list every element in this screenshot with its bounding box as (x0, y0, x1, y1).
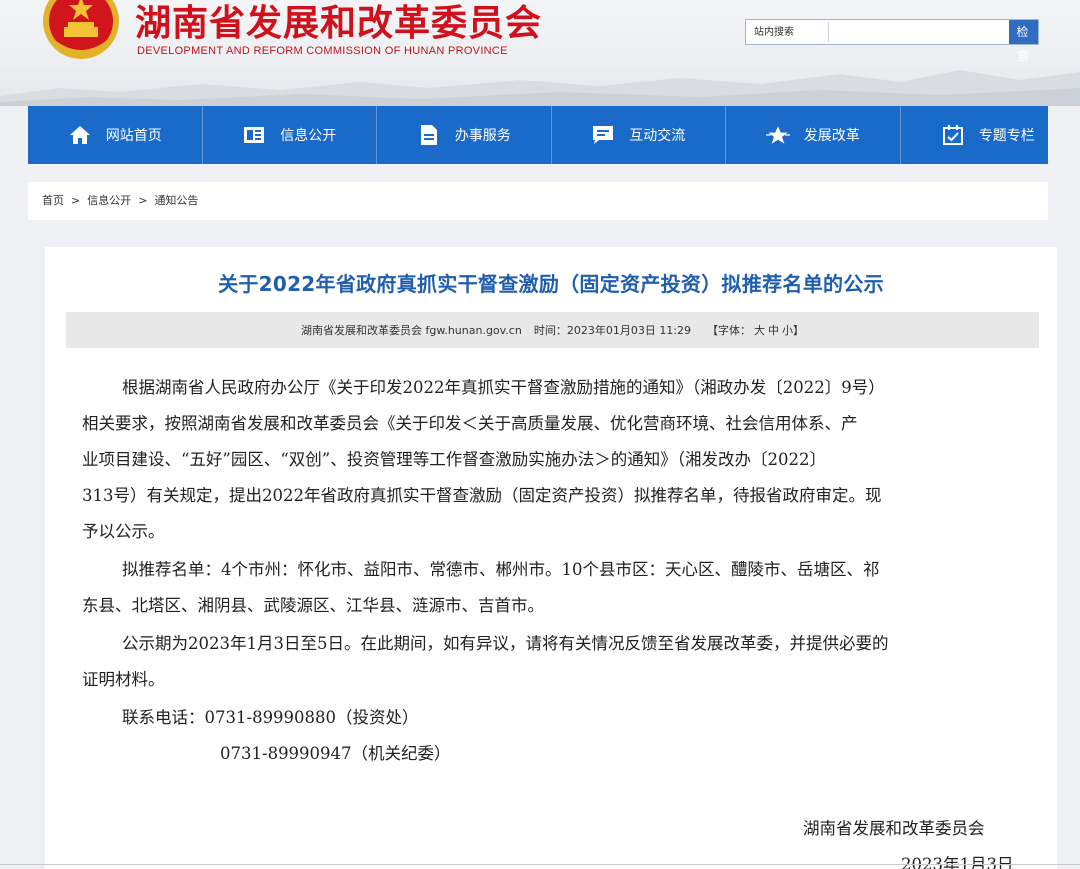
contact-phone-2: 0731-89990947（机关纪委） (220, 744, 451, 763)
window-bottom-border (0, 864, 1080, 865)
site-subtitle: DEVELOPMENT AND REFORM COMMISSION OF HUN… (137, 45, 508, 57)
search-button[interactable]: 检 索 (1009, 20, 1038, 63)
header: 湖南省发展和改革委员会 DEVELOPMENT AND REFORM COMMI… (0, 0, 1080, 106)
info-icon (242, 123, 266, 147)
breadcrumb: 首页 > 信息公开 > 通知公告 (28, 182, 1048, 220)
nav-item-special[interactable]: 专题专栏 (901, 106, 1076, 164)
nav-label: 网站首页 (105, 128, 162, 144)
nav-label: 发展改革 (803, 128, 860, 144)
breadcrumb-separator: > (71, 194, 81, 207)
body-line: 313号）有关规定，提出2022年省政府真抓实干督查激励（固定资产投资）拟推荐名… (82, 486, 882, 505)
nav-item-reform[interactable]: 发展改革 (726, 106, 901, 164)
search-divider (828, 22, 829, 42)
nav-label: 信息公开 (280, 128, 337, 144)
body-line: 根据湖南省人民政府办公厅《关于印发2022年真抓实干督查激励措施的通知》（湘政办… (122, 378, 885, 397)
article-meta: 湖南省发展和改革委员会 fgw.hunan.gov.cn 时间：2023年01月… (66, 312, 1039, 348)
site-title: 湖南省发展和改革委员会 (135, 3, 543, 44)
search-input[interactable] (746, 20, 1009, 44)
nav-label: 专题专栏 (978, 128, 1035, 144)
body-line: 相关要求，按照湖南省发展和改革委员会《关于印发＜关于高质量发展、优化营商环境、社… (82, 414, 858, 433)
breadcrumb-separator: > (138, 194, 148, 207)
main-nav: 网站首页 信息公开 办事服务 互动交流 发展改革 专题专栏 (28, 106, 1048, 164)
search-box: 检 索 (745, 19, 1039, 63)
nav-item-home[interactable]: 网站首页 (28, 106, 203, 164)
breadcrumb-info[interactable]: 信息公开 (87, 194, 131, 207)
national-emblem-logo (43, 0, 119, 59)
calendar-icon (941, 123, 965, 147)
article-title: 关于2022年省政府真抓实干督查激励（固定资产投资）拟推荐名单的公示 (218, 272, 884, 296)
star-icon (765, 123, 790, 147)
nav-item-services[interactable]: 办事服务 (377, 106, 552, 164)
contact-phone-1: 联系电话：0731-89990880（投资处） (122, 708, 419, 727)
body-line: 公示期为2023年1月3日至5日。在此期间，如有异议，请将有关情况反馈至省发展改… (122, 634, 889, 653)
font-size-large[interactable]: 大 (754, 322, 765, 338)
font-size-label: 【字体： (707, 324, 752, 337)
body-line: 予以公示。 (82, 522, 165, 541)
body-line: 拟推荐名单：4个市州：怀化市、益阳市、常德市、郴州市。10个县市区：天心区、醴陵… (122, 560, 880, 579)
body-line: 业项目建设、“五好”园区、“双创”、投资管理等工作督查激励实施办法＞的通知》（湘… (82, 450, 826, 469)
chat-icon (591, 123, 615, 147)
document-icon (417, 123, 441, 147)
meta-source: 湖南省发展和改革委员会 fgw.hunan.gov.cn (300, 324, 522, 337)
nav-label: 办事服务 (454, 128, 511, 144)
nav-label: 互动交流 (629, 128, 686, 144)
nav-item-info[interactable]: 信息公开 (203, 106, 377, 164)
article: 关于2022年省政府真抓实干督查激励（固定资产投资）拟推荐名单的公示 湖南省发展… (45, 247, 1057, 869)
body-line: 证明材料。 (82, 670, 165, 689)
signature-date: 2023年1月3日 (901, 855, 1014, 869)
body-line: 东县、北塔区、湘阴县、武陵源区、江华县、涟源市、吉首市。 (82, 596, 544, 615)
font-size-medium[interactable]: 中 (768, 322, 779, 338)
breadcrumb-home[interactable]: 首页 (42, 194, 64, 207)
breadcrumb-notices[interactable]: 通知公告 (154, 194, 198, 207)
nav-item-interaction[interactable]: 互动交流 (552, 106, 726, 164)
meta-time: 时间：2023年01月03日 11:29 (533, 324, 692, 337)
font-size-small[interactable]: 小】 (782, 322, 804, 338)
signature-org: 湖南省发展和改革委员会 (803, 819, 985, 838)
home-icon (68, 123, 92, 147)
